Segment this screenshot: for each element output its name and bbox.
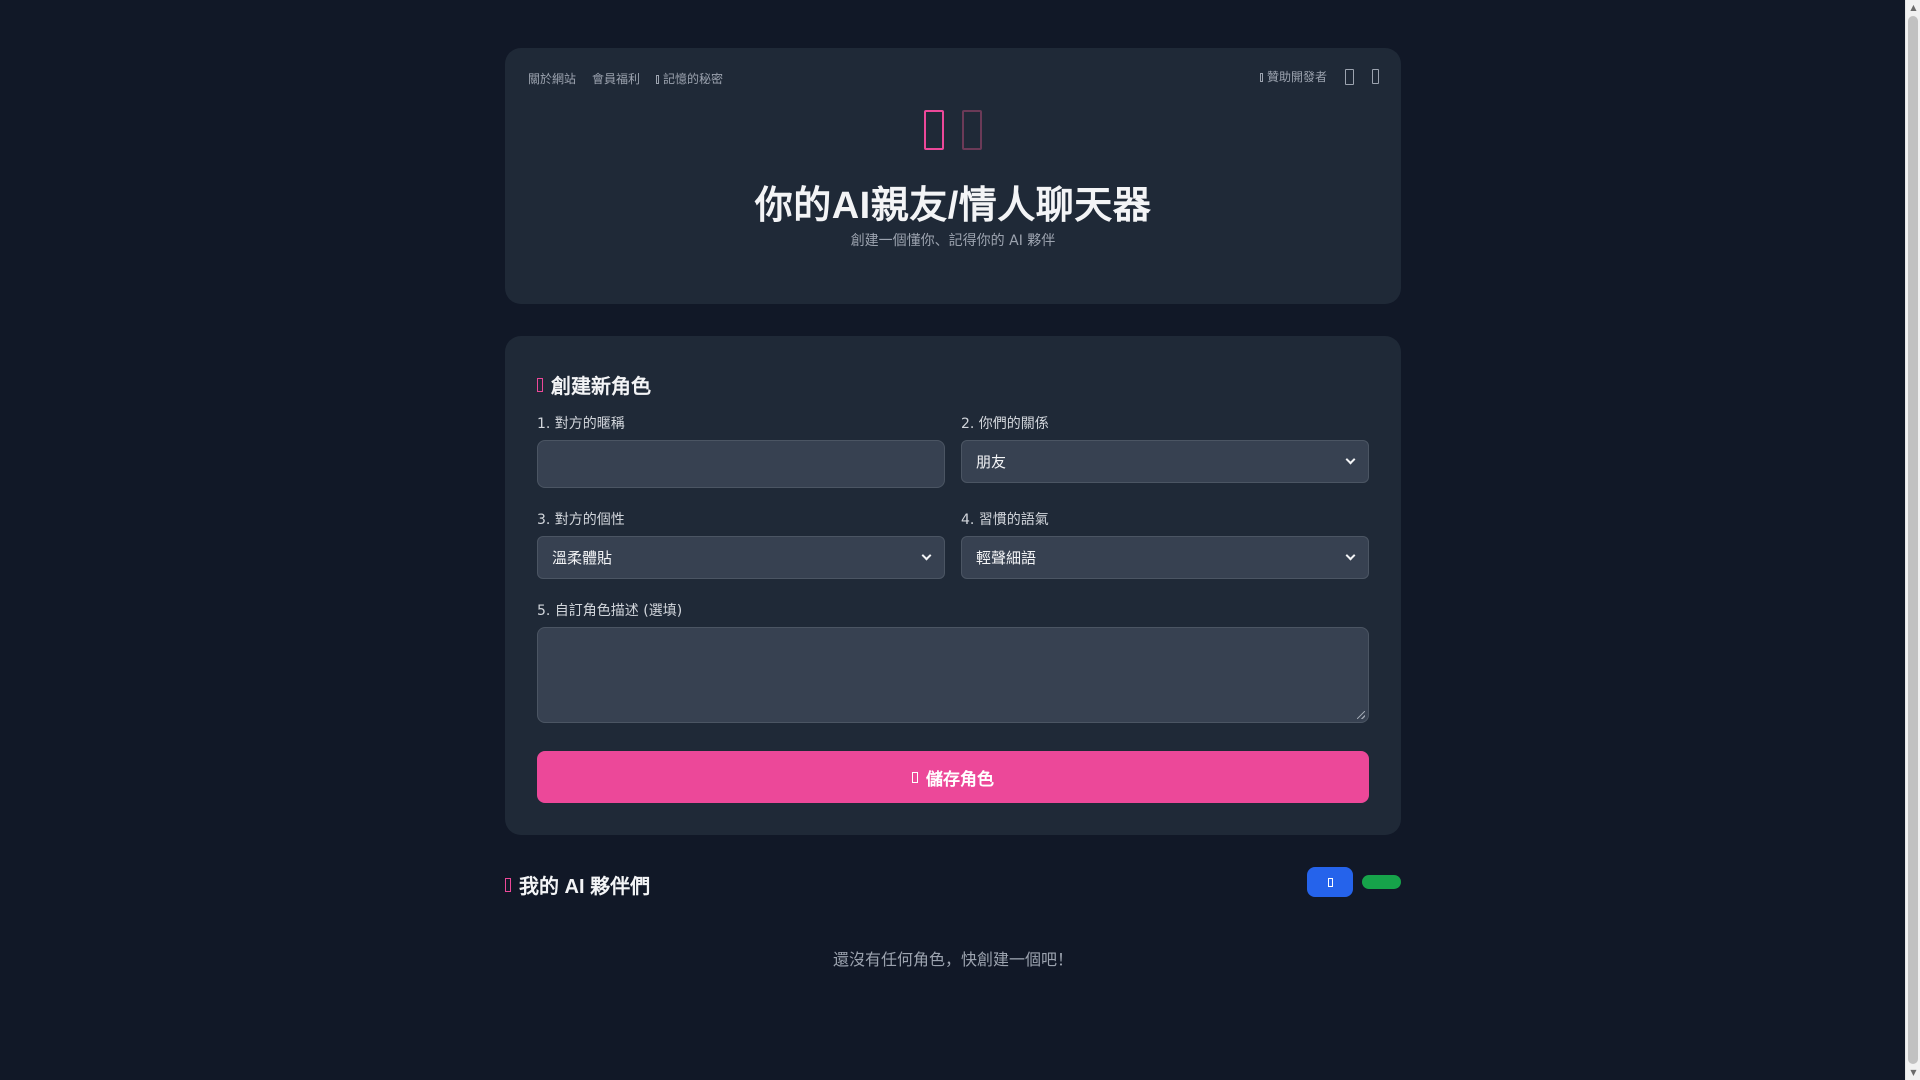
form-section-title: 創建新角色 <box>537 370 651 399</box>
header-card: 關於網站 會員福利 記憶的秘密 贊助開發者 你的AI親友/情人聊天器 創建一個懂… <box>505 48 1401 304</box>
export-button[interactable] <box>1362 875 1401 889</box>
form-section-title-text: 創建新角色 <box>551 376 651 398</box>
chevron-down-icon <box>1345 454 1356 465</box>
chevron-down-icon <box>921 550 932 561</box>
personality-label: 3. 對方的個性 <box>537 512 625 528</box>
memory-icon <box>656 75 660 84</box>
user-plus-icon <box>537 377 543 392</box>
scroll-down-icon[interactable]: ▼ <box>1906 1065 1920 1080</box>
personality-select[interactable]: 溫柔體貼 <box>537 536 945 579</box>
logo <box>505 110 1401 150</box>
heart-logo-icon <box>962 110 982 150</box>
nickname-label: 1. 對方的暱稱 <box>537 416 625 432</box>
description-textarea[interactable] <box>537 627 1369 723</box>
settings-icon[interactable] <box>1372 69 1379 84</box>
page: 關於網站 會員福利 記憶的秘密 贊助開發者 你的AI親友/情人聊天器 創建一個懂… <box>0 0 1905 1080</box>
top-nav-right: 贊助開發者 <box>1259 68 1379 85</box>
sponsor-label: 贊助開發者 <box>1266 70 1327 84</box>
relationship-label: 2. 你們的關係 <box>961 416 1049 432</box>
resize-handle-icon[interactable] <box>1357 711 1365 719</box>
page-subtitle: 創建一個懂你、記得你的 AI 夥伴 <box>850 233 1056 249</box>
tone-selected-value: 輕聲細語 <box>976 549 1037 567</box>
users-icon <box>505 877 511 892</box>
chevron-down-icon <box>1345 550 1356 561</box>
nickname-input[interactable] <box>537 440 945 488</box>
empty-companions-message: 還沒有任何角色，快創建一個吧！ <box>832 950 1073 969</box>
sponsor-link[interactable]: 贊助開發者 <box>1259 68 1327 85</box>
relationship-select[interactable]: 朋友 <box>961 440 1369 483</box>
nav-membership-link[interactable]: 會員福利 <box>592 70 640 87</box>
import-button[interactable] <box>1307 867 1353 897</box>
companions-section-title-text: 我的 AI 夥伴們 <box>519 876 651 898</box>
scroll-up-icon[interactable]: ▲ <box>1906 0 1920 15</box>
scrollbar-thumb[interactable] <box>1908 16 1918 1064</box>
save-icon <box>912 771 918 783</box>
upload-icon <box>1327 877 1333 887</box>
create-character-form: 創建新角色 1. 對方的暱稱 2. 你們的關係 朋友 3. 對方的個性 溫柔體貼… <box>505 336 1401 835</box>
robot-icon <box>924 110 944 150</box>
companions-section-title: 我的 AI 夥伴們 <box>505 870 650 899</box>
tone-label: 4. 習慣的語氣 <box>961 512 1049 528</box>
page-title: 你的AI親友/情人聊天器 <box>754 185 1152 227</box>
save-button-label: 儲存角色 <box>926 769 994 789</box>
personality-selected-value: 溫柔體貼 <box>552 549 613 567</box>
relationship-selected-value: 朋友 <box>976 453 1007 471</box>
theme-toggle-icon[interactable] <box>1345 68 1354 85</box>
tone-select[interactable]: 輕聲細語 <box>961 536 1369 579</box>
heart-icon <box>1259 73 1263 82</box>
description-label: 5. 自訂角色描述 (選填) <box>537 603 683 619</box>
save-character-button[interactable]: 儲存角色 <box>537 751 1369 803</box>
top-nav: 關於網站 會員福利 記憶的秘密 <box>528 70 723 87</box>
page-scrollbar[interactable]: ▲ ▼ <box>1905 0 1920 1080</box>
nav-about-link[interactable]: 關於網站 <box>528 70 576 87</box>
nav-memory-secret-label: 記憶的秘密 <box>663 72 724 86</box>
nav-memory-secret-link[interactable]: 記憶的秘密 <box>656 70 723 87</box>
